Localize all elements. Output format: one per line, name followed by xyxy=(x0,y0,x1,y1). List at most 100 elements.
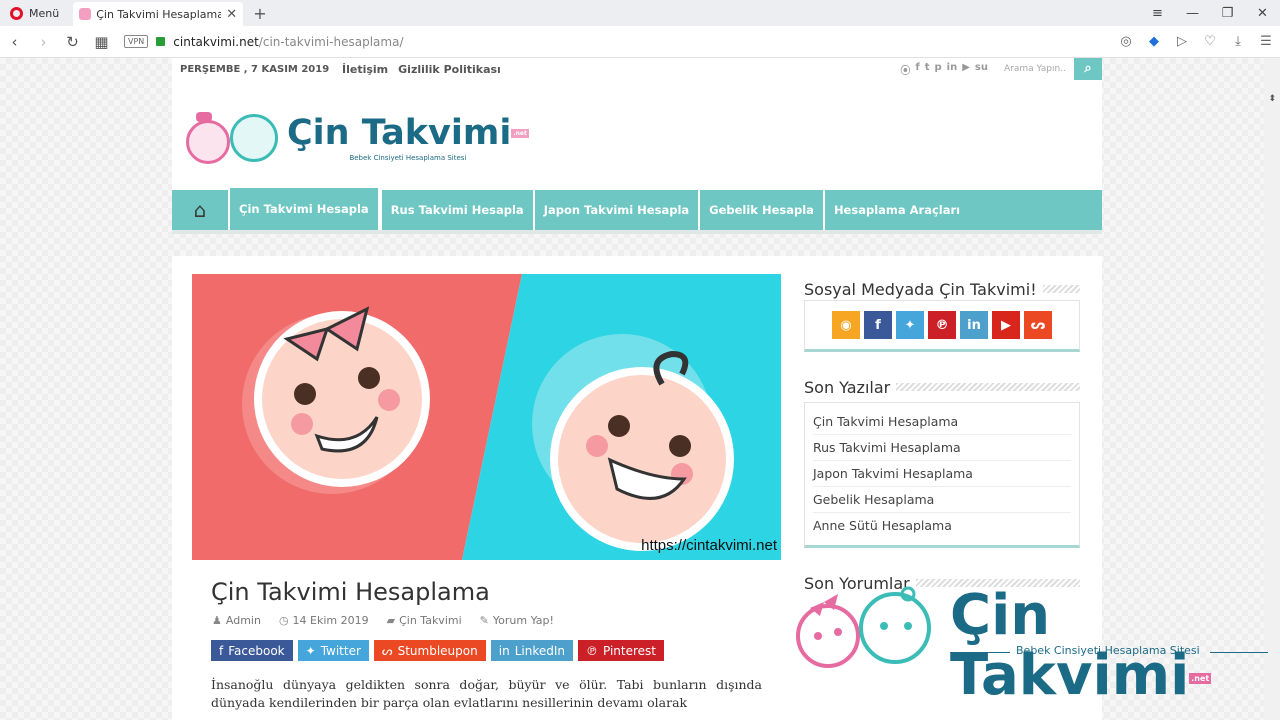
post-author[interactable]: Admin xyxy=(226,614,261,627)
nav-item-hesaplama-araclari[interactable]: Hesaplama Araçları xyxy=(822,190,969,230)
sidebar: Sosyal Medyada Çin Takvimi! ◉ f ✦ ℗ in ▶… xyxy=(804,278,1080,594)
pinterest-icon[interactable]: p xyxy=(935,62,942,77)
post-featured-image[interactable]: https://cintakvimi.net xyxy=(192,274,781,560)
title-decoration xyxy=(896,383,1080,391)
recent-post-item[interactable]: Rus Takvimi Hesaplama xyxy=(813,435,1071,461)
nav-item-cin-takvimi[interactable]: Çin Takvimi Hesapla xyxy=(228,186,380,230)
search-button[interactable]: ⌕ xyxy=(1074,58,1102,80)
stumbleupon-icon: ᔕ xyxy=(381,643,393,658)
browser-tab-active[interactable]: Çin Takvimi Hesaplama | Çin ✕ xyxy=(73,2,244,26)
close-window-icon[interactable]: ✕ xyxy=(1245,6,1280,21)
facebook-icon[interactable]: f xyxy=(864,311,892,339)
send-icon[interactable]: ▷ xyxy=(1168,34,1196,49)
restore-icon[interactable]: ❐ xyxy=(1210,6,1245,21)
twitter-icon[interactable]: ✦ xyxy=(896,311,924,339)
share-pinterest-label: Pinterest xyxy=(602,643,656,658)
main-navigation: ⌂ Çin Takvimi Hesapla Rus Takvimi Hesapl… xyxy=(172,186,1102,234)
scroll-arrows-icon[interactable]: ⬍ xyxy=(1268,94,1276,104)
url-field[interactable]: cintakvimi.net/cin-takvimi-hesaplama/ xyxy=(173,35,403,49)
share-linkedin-label: LinkedIn xyxy=(514,643,565,658)
post-excerpt: İnsanoğlu dünyaya geldikten sonra doğar,… xyxy=(211,677,762,710)
share-stumbleupon-button[interactable]: ᔕ Stumbleupon xyxy=(373,640,486,661)
comment-icon: ✎ xyxy=(479,614,489,627)
site-header: Çin Takvimi .net Bebek Cinsiyeti Hesaplam… xyxy=(172,80,1102,190)
linkedin-icon[interactable]: in xyxy=(960,311,988,339)
social-widget: ◉ f ✦ ℗ in ▶ ᔕ xyxy=(804,300,1080,352)
stumbleupon-icon[interactable]: su xyxy=(975,62,988,77)
vpn-badge[interactable]: VPN xyxy=(124,35,149,48)
address-bar: ‹ › ↻ ▦ VPN cintakvimi.net/cin-takvimi-h… xyxy=(0,26,1280,58)
heart-icon[interactable]: ♡ xyxy=(1196,34,1224,49)
post-comment-link[interactable]: Yorum Yap! xyxy=(493,614,554,627)
new-tab-plus-icon[interactable]: + xyxy=(253,4,266,23)
stumbleupon-icon[interactable]: ᔕ xyxy=(1024,311,1052,339)
share-pinterest-button[interactable]: ℗ Pinterest xyxy=(577,640,664,661)
youtube-icon[interactable]: ▶ xyxy=(962,62,970,77)
rss-icon[interactable]: ◉ xyxy=(832,311,860,339)
post-title[interactable]: Çin Takvimi Hesaplama xyxy=(211,578,490,606)
image-caption: https://cintakvimi.net xyxy=(641,537,777,554)
watermark-tld: .net xyxy=(1189,672,1212,684)
babies-illustration xyxy=(192,274,781,560)
logo-title: Çin Takvimi xyxy=(287,112,512,153)
speed-dial-icon[interactable]: ▦ xyxy=(87,33,116,51)
recent-post-item[interactable]: Çin Takvimi Hesaplama xyxy=(813,409,1071,435)
widget-title-recent: Son Yazılar xyxy=(804,377,891,397)
tab-menu-icon[interactable]: ≡ xyxy=(1140,6,1175,21)
recent-post-item[interactable]: Japon Takvimi Hesaplama xyxy=(813,461,1071,487)
back-icon[interactable]: ‹ xyxy=(0,33,29,51)
recent-post-item[interactable]: Anne Sütü Hesaplama xyxy=(813,513,1071,539)
adblock-icon[interactable]: ◆ xyxy=(1140,34,1168,49)
opera-logo-icon xyxy=(10,6,23,20)
nav-item-gebelik[interactable]: Gebelik Hesapla xyxy=(698,190,823,230)
url-path: /cin-takvimi-hesaplama/ xyxy=(258,34,404,49)
linkedin-icon: in xyxy=(498,643,510,658)
nav-item-rus-takvimi[interactable]: Rus Takvimi Hesapla xyxy=(379,190,533,230)
logo-subtitle: Bebek Cinsiyeti Hesaplama Sitesi xyxy=(349,153,467,162)
logo-tld: .net xyxy=(511,128,529,138)
twitter-icon[interactable]: t xyxy=(925,62,930,77)
babies-logo-icon xyxy=(184,110,279,165)
tab-title: Çin Takvimi Hesaplama | Çin xyxy=(96,7,222,21)
share-linkedin-button[interactable]: in LinkedIn xyxy=(490,640,573,661)
download-icon[interactable]: ⤓ xyxy=(1224,34,1252,49)
topbar-link-contact[interactable]: İletişim xyxy=(342,63,388,76)
recent-post-item[interactable]: Gebelik Hesaplama xyxy=(813,487,1071,513)
search-input[interactable]: Arama Yapın.. xyxy=(996,58,1074,80)
lock-icon[interactable] xyxy=(156,37,166,46)
youtube-icon[interactable]: ▶ xyxy=(992,311,1020,339)
facebook-icon[interactable]: f xyxy=(915,62,919,77)
rss-icon[interactable]: ⦿ xyxy=(900,62,910,77)
twitter-icon: ✦ xyxy=(305,643,316,658)
share-buttons: f Facebook ✦ Twitter ᔕ Stumbleupon in Linked… xyxy=(211,640,664,661)
home-icon[interactable]: ⌂ xyxy=(172,190,228,230)
logo-watermark: Çin Takvimi .net Bebek Cinsiyeti Hesaplam… xyxy=(790,586,1280,706)
widget-title-social: Sosyal Medyada Çin Takvimi! xyxy=(804,279,1037,299)
topbar-link-privacy[interactable]: Gizlilik Politikası xyxy=(398,63,501,76)
minimize-icon[interactable]: — xyxy=(1175,6,1210,21)
url-domain: cintakvimi.net xyxy=(173,34,259,49)
user-icon: ♟ xyxy=(212,614,222,627)
opera-menu-button[interactable]: Menü xyxy=(0,0,69,26)
share-facebook-label: Facebook xyxy=(228,643,285,658)
watermark-rule-right xyxy=(1210,652,1268,653)
favicon-icon xyxy=(79,8,92,20)
site-logo[interactable]: Çin Takvimi .net Bebek Cinsiyeti Hesaplam… xyxy=(184,110,529,165)
opera-menu-label: Menü xyxy=(29,6,60,20)
camera-icon[interactable]: ◎ xyxy=(1112,34,1140,49)
title-decoration xyxy=(1042,285,1080,293)
post-category[interactable]: Çin Takvimi xyxy=(399,614,462,627)
tab-close-icon[interactable]: ✕ xyxy=(226,7,237,22)
recent-posts-widget: Çin Takvimi Hesaplama Rus Takvimi Hesapl… xyxy=(804,402,1080,548)
linkedin-icon[interactable]: in xyxy=(947,62,958,77)
pinterest-icon[interactable]: ℗ xyxy=(928,311,956,339)
share-twitter-button[interactable]: ✦ Twitter xyxy=(297,640,369,661)
facebook-icon: f xyxy=(219,643,224,658)
reload-icon[interactable]: ↻ xyxy=(58,33,87,51)
share-facebook-button[interactable]: f Facebook xyxy=(211,640,293,661)
forward-icon[interactable]: › xyxy=(29,33,58,51)
nav-item-japon-takvimi[interactable]: Japon Takvimi Hesapla xyxy=(532,190,698,230)
babies-logo-icon xyxy=(796,586,931,668)
easy-setup-icon[interactable]: ☰ xyxy=(1252,34,1280,49)
browser-tabbar: Menü Çin Takvimi Hesaplama | Çin ✕ + ≡ —… xyxy=(0,0,1280,26)
